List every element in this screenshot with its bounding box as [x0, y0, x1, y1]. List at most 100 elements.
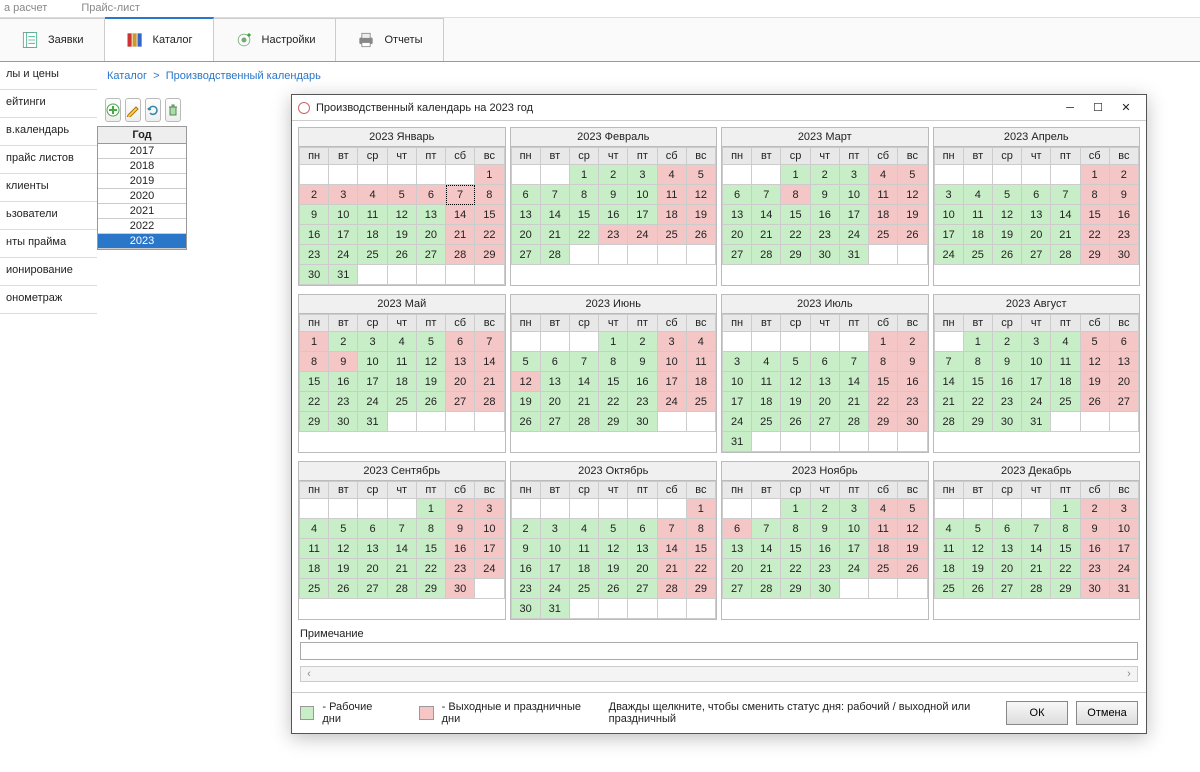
day-cell[interactable]: 14 [1022, 539, 1051, 559]
day-cell[interactable]: 8 [781, 519, 810, 539]
day-cell[interactable]: 11 [869, 185, 898, 205]
day-cell[interactable]: 6 [1022, 185, 1051, 205]
day-cell[interactable]: 30 [329, 412, 358, 432]
day-cell[interactable]: 21 [569, 392, 598, 412]
day-cell[interactable]: 13 [628, 539, 657, 559]
day-cell[interactable]: 2 [1080, 499, 1109, 519]
sec-tab-2[interactable]: Прайс-лист [77, 2, 140, 17]
day-cell[interactable] [1022, 499, 1051, 519]
day-cell[interactable]: 1 [869, 332, 898, 352]
day-cell[interactable]: 22 [416, 559, 445, 579]
day-cell[interactable]: 27 [723, 245, 752, 265]
day-cell[interactable]: 5 [686, 165, 715, 185]
day-cell[interactable] [358, 165, 387, 185]
day-cell[interactable]: 25 [569, 579, 598, 599]
day-cell[interactable]: 8 [569, 185, 598, 205]
day-cell[interactable]: 26 [511, 412, 540, 432]
day-cell[interactable] [387, 412, 416, 432]
day-cell[interactable]: 26 [599, 579, 628, 599]
day-cell[interactable] [723, 499, 752, 519]
day-cell[interactable]: 27 [1109, 392, 1138, 412]
day-cell[interactable]: 3 [475, 499, 504, 519]
day-cell[interactable] [475, 412, 504, 432]
day-cell[interactable]: 16 [992, 372, 1021, 392]
day-cell[interactable]: 30 [898, 412, 927, 432]
add-button[interactable] [105, 98, 121, 122]
day-cell[interactable]: 15 [1080, 205, 1109, 225]
day-cell[interactable] [723, 332, 752, 352]
day-cell[interactable]: 31 [839, 245, 868, 265]
day-cell[interactable]: 18 [934, 559, 963, 579]
day-cell[interactable]: 1 [1051, 499, 1080, 519]
day-cell[interactable]: 15 [781, 539, 810, 559]
day-cell[interactable]: 19 [898, 539, 927, 559]
day-cell[interactable]: 26 [686, 225, 715, 245]
year-row[interactable]: 2017 [98, 144, 186, 159]
day-cell[interactable]: 7 [657, 519, 686, 539]
day-cell[interactable]: 3 [628, 165, 657, 185]
day-cell[interactable]: 3 [657, 332, 686, 352]
day-cell[interactable]: 7 [569, 352, 598, 372]
day-cell[interactable] [387, 165, 416, 185]
day-cell[interactable]: 9 [810, 185, 839, 205]
day-cell[interactable]: 24 [1022, 392, 1051, 412]
day-cell[interactable]: 22 [781, 225, 810, 245]
day-cell[interactable]: 17 [657, 372, 686, 392]
day-cell[interactable] [329, 165, 358, 185]
day-cell[interactable]: 27 [511, 245, 540, 265]
close-button[interactable]: ✕ [1112, 98, 1140, 118]
day-cell[interactable]: 27 [446, 392, 475, 412]
day-cell[interactable]: 19 [599, 559, 628, 579]
day-cell[interactable]: 8 [599, 352, 628, 372]
day-cell[interactable]: 9 [599, 185, 628, 205]
day-cell[interactable] [1109, 412, 1138, 432]
day-cell[interactable]: 13 [1022, 205, 1051, 225]
day-cell[interactable]: 13 [1109, 352, 1138, 372]
day-cell[interactable]: 14 [657, 539, 686, 559]
day-cell[interactable]: 8 [300, 352, 329, 372]
day-cell[interactable]: 21 [475, 372, 504, 392]
day-cell[interactable] [358, 265, 387, 285]
sidebar-item[interactable]: ейтинги [0, 90, 97, 118]
day-cell[interactable]: 19 [387, 225, 416, 245]
day-cell[interactable]: 18 [657, 205, 686, 225]
day-cell[interactable]: 13 [723, 539, 752, 559]
day-cell[interactable]: 7 [540, 185, 569, 205]
day-cell[interactable]: 24 [1109, 559, 1138, 579]
day-cell[interactable]: 10 [723, 372, 752, 392]
day-cell[interactable]: 23 [992, 392, 1021, 412]
day-cell[interactable]: 26 [781, 412, 810, 432]
day-cell[interactable]: 11 [934, 539, 963, 559]
day-cell[interactable]: 6 [540, 352, 569, 372]
day-cell[interactable]: 25 [300, 579, 329, 599]
day-cell[interactable] [599, 499, 628, 519]
day-cell[interactable]: 8 [1080, 185, 1109, 205]
day-cell[interactable]: 27 [810, 412, 839, 432]
minimize-button[interactable]: ─ [1056, 98, 1084, 118]
day-cell[interactable]: 30 [810, 245, 839, 265]
day-cell[interactable]: 4 [569, 519, 598, 539]
year-row[interactable]: 2022 [98, 219, 186, 234]
day-cell[interactable]: 6 [810, 352, 839, 372]
day-cell[interactable]: 26 [1080, 392, 1109, 412]
day-cell[interactable] [569, 332, 598, 352]
day-cell[interactable]: 12 [992, 205, 1021, 225]
day-cell[interactable]: 1 [300, 332, 329, 352]
day-cell[interactable]: 10 [839, 185, 868, 205]
day-cell[interactable] [869, 579, 898, 599]
day-cell[interactable]: 22 [475, 225, 504, 245]
day-cell[interactable]: 31 [1109, 579, 1138, 599]
day-cell[interactable]: 14 [752, 539, 781, 559]
day-cell[interactable]: 30 [810, 579, 839, 599]
day-cell[interactable]: 26 [963, 579, 992, 599]
day-cell[interactable]: 11 [752, 372, 781, 392]
day-cell[interactable]: 8 [686, 519, 715, 539]
breadcrumb-page[interactable]: Производственный календарь [166, 70, 321, 82]
day-cell[interactable]: 23 [599, 225, 628, 245]
day-cell[interactable]: 23 [446, 559, 475, 579]
day-cell[interactable]: 8 [869, 352, 898, 372]
day-cell[interactable]: 29 [781, 579, 810, 599]
breadcrumb-root[interactable]: Каталог [107, 70, 147, 82]
day-cell[interactable]: 20 [723, 225, 752, 245]
day-cell[interactable]: 17 [839, 539, 868, 559]
